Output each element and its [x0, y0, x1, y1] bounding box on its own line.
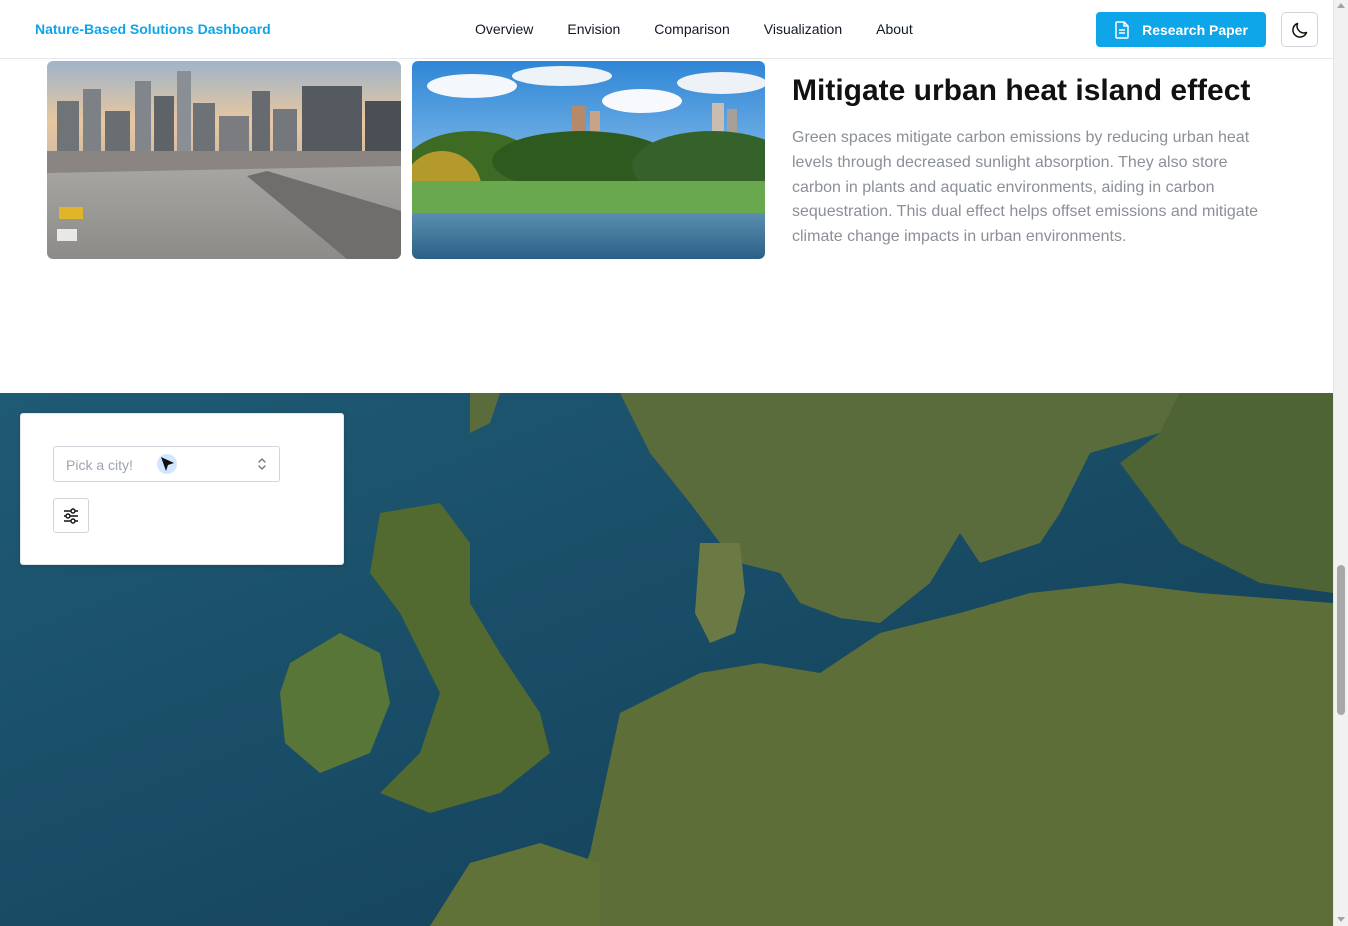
nav-envision[interactable]: Envision — [567, 21, 620, 37]
scroll-up-arrow-icon[interactable] — [1337, 3, 1345, 8]
urban-parking-photo — [47, 61, 401, 259]
scroll-down-arrow-icon[interactable] — [1337, 917, 1345, 922]
document-icon — [1115, 20, 1129, 39]
urban-park-photo — [412, 61, 765, 259]
map-control-panel: Pick a city! — [20, 413, 344, 565]
section-title: Mitigate urban heat island effect — [792, 74, 1251, 107]
brand-title[interactable]: Nature-Based Solutions Dashboard — [35, 21, 271, 37]
mouse-cursor-icon — [157, 454, 177, 474]
main-nav: Overview Envision Comparison Visualizati… — [475, 21, 913, 37]
top-nav-bar: Nature-Based Solutions Dashboard Overvie… — [0, 0, 1333, 59]
nav-comparison[interactable]: Comparison — [654, 21, 729, 37]
nav-about[interactable]: About — [876, 21, 913, 37]
scrollbar-thumb[interactable] — [1337, 565, 1345, 715]
theme-toggle-button[interactable] — [1281, 12, 1318, 47]
nav-overview[interactable]: Overview — [475, 21, 533, 37]
map-settings-button[interactable] — [53, 498, 89, 533]
chevron-up-down-icon — [258, 458, 266, 470]
research-paper-label: Research Paper — [1142, 21, 1248, 38]
moon-icon — [1291, 22, 1307, 38]
page-scrollbar[interactable] — [1333, 0, 1348, 926]
nav-visualization[interactable]: Visualization — [764, 21, 842, 37]
sliders-icon — [64, 507, 78, 524]
research-paper-button[interactable]: Research Paper — [1096, 12, 1266, 47]
city-select-placeholder: Pick a city! — [66, 457, 133, 473]
section-description: Green spaces mitigate carbon emissions b… — [792, 129, 1259, 246]
